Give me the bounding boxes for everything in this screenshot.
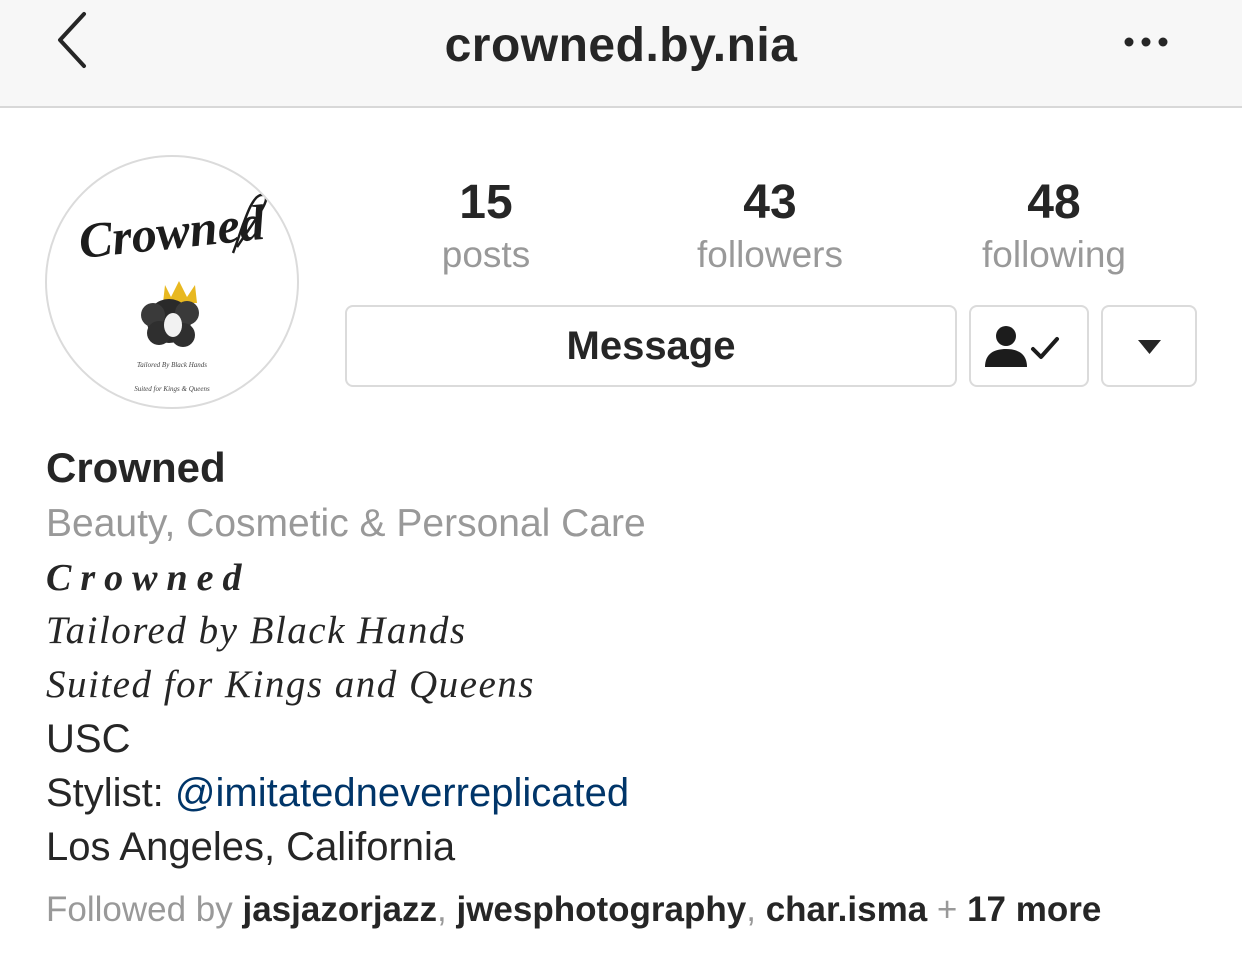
following-value: 48 [1027,176,1081,229]
profile-bio: Crowned Beauty, Cosmetic & Personal Care… [46,440,1216,874]
following-count[interactable]: 48 following [934,172,1174,276]
following-status-button[interactable] [969,305,1089,387]
suggestions-dropdown-button[interactable] [1101,305,1197,387]
bio-tagline-1: Tailored by Black Hands [46,609,467,652]
avatar-line2: Suited for Kings & Queens [134,385,210,393]
follower-link[interactable]: jwesphotography [456,890,746,929]
posts-count[interactable]: 15 posts [366,172,606,276]
followers-value: 43 [743,176,797,229]
posts-value: 15 [459,176,513,229]
followed-by-separator: , [437,890,457,929]
profile-category: Beauty, Cosmetic & Personal Care [46,502,646,545]
followed-by-more-link[interactable]: 17 more [967,890,1101,929]
crowned-logo: Crowned Tailored By Black Hands Suited f… [76,193,268,393]
bio-stylist-line: Stylist: @imitatedneverreplicated [46,766,1216,820]
profile-display-name: Crowned [46,444,226,491]
avatar-line1: Tailored By Black Hands [137,361,207,369]
caret-down-icon [1138,340,1161,354]
follower-link[interactable]: jasjazorjazz [242,890,437,929]
top-nav-bar: crowned.by.nia [0,0,1242,108]
location-link[interactable]: Los Angeles, California [46,820,1216,874]
ellipsis-icon [1124,37,1168,47]
following-label: following [982,234,1126,275]
followed-by-prefix: Followed by [46,890,243,929]
bio-school: USC [46,717,131,761]
followed-by-separator: , [746,890,766,929]
bio-script-title: Crowned [46,557,251,599]
bio-tagline-2: Suited for Kings and Queens [46,663,535,706]
posts-label: posts [441,234,531,275]
profile-username-title: crowned.by.nia [444,19,798,72]
stylist-prefix: Stylist: [46,771,175,815]
message-button[interactable]: Message [345,305,957,387]
avatar-logo-text: Crowned [76,194,268,269]
followed-by-plus: + [927,890,968,929]
stylist-handle-link[interactable]: @imitatedneverreplicated [175,771,629,815]
followers-count[interactable]: 43 followers [650,172,890,276]
profile-avatar[interactable]: Crowned Tailored By Black Hands Suited f… [45,155,299,409]
followed-by-line[interactable]: Followed by jasjazorjazz, jwesphotograph… [46,884,1101,936]
woman-silhouette-icon [141,299,199,347]
person-check-icon [985,326,1059,367]
more-options-button[interactable] [1118,24,1174,64]
follower-link[interactable]: char.isma [766,890,928,929]
followers-label: followers [697,234,843,275]
